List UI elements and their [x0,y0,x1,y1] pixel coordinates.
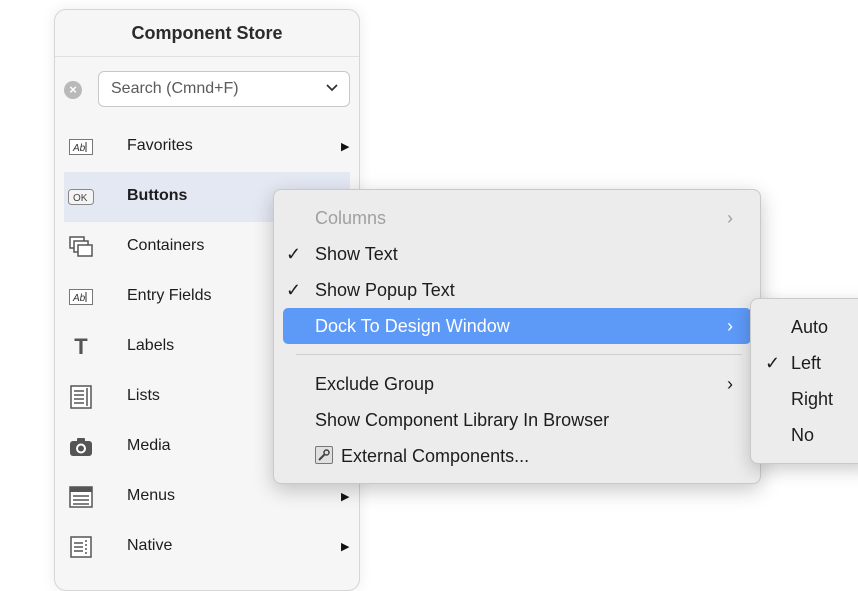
svg-text:Ab: Ab [72,143,86,154]
submenu-item-left[interactable]: ✓ Left [751,345,858,381]
category-label: Entry Fields [127,287,212,304]
menu-item-external-components[interactable]: External Components... [283,438,751,474]
menu-item-dock-to-design-window[interactable]: Dock To Design Window › [283,308,751,344]
category-native[interactable]: Native ▶ [55,522,359,572]
category-label: Native [127,537,173,554]
category-label: Labels [127,337,175,354]
text-field-icon: Ab [68,285,94,309]
chevron-right-icon: › [727,374,733,394]
submenu-item-auto[interactable]: Auto [751,309,858,345]
stacked-windows-icon [68,235,94,259]
menu-separator [296,354,742,355]
ok-button-icon: OK [68,185,94,209]
clear-search-icon[interactable]: × [64,81,82,99]
submenu-arrow-icon: ▶ [341,141,350,153]
category-label: Lists [127,387,160,404]
checkmark-icon: ✓ [286,280,302,300]
submenu-item-no[interactable]: No [751,417,858,453]
svg-text:Ab: Ab [72,293,86,304]
panel-title: Component Store [55,10,359,57]
category-label: Buttons [127,187,188,204]
search-field[interactable] [98,71,350,107]
category-label: Favorites [127,137,193,154]
text-field-icon: Ab [68,135,94,159]
submenu-item-right[interactable]: Right [751,381,858,417]
search-input[interactable] [109,79,313,99]
menu-item-show-component-library[interactable]: Show Component Library In Browser [283,402,751,438]
dock-submenu: Auto ✓ Left Right No [750,298,858,464]
search-row: × [55,70,359,110]
category-label: Media [127,437,171,454]
submenu-arrow-icon: ▶ [341,541,350,553]
chevron-right-icon: › [727,316,733,336]
category-label: Menus [127,487,176,504]
menu-item-show-popup-text[interactable]: ✓ Show Popup Text [283,272,751,308]
chevron-down-icon[interactable] [325,80,339,97]
category-label: Containers [127,237,205,254]
menu-item-columns[interactable]: Columns › [283,200,751,236]
svg-text:OK: OK [73,193,88,204]
submenu-arrow-icon: ▶ [341,491,350,503]
category-favorites[interactable]: Ab Favorites ▶ [55,122,359,172]
menu-icon [68,485,94,509]
checkmark-icon: ✓ [765,353,781,373]
context-menu: Columns › ✓ Show Text ✓ Show Popup Text … [273,189,761,484]
letter-t-icon: T [74,334,88,359]
chevron-right-icon: › [727,208,733,228]
checkmark-icon: ✓ [286,244,302,264]
menu-item-exclude-group[interactable]: Exclude Group › [283,366,751,402]
list-icon [68,385,94,409]
native-list-icon [68,535,94,559]
camera-icon [68,435,94,459]
menu-item-show-text[interactable]: ✓ Show Text [283,236,751,272]
wrench-icon [315,446,333,464]
